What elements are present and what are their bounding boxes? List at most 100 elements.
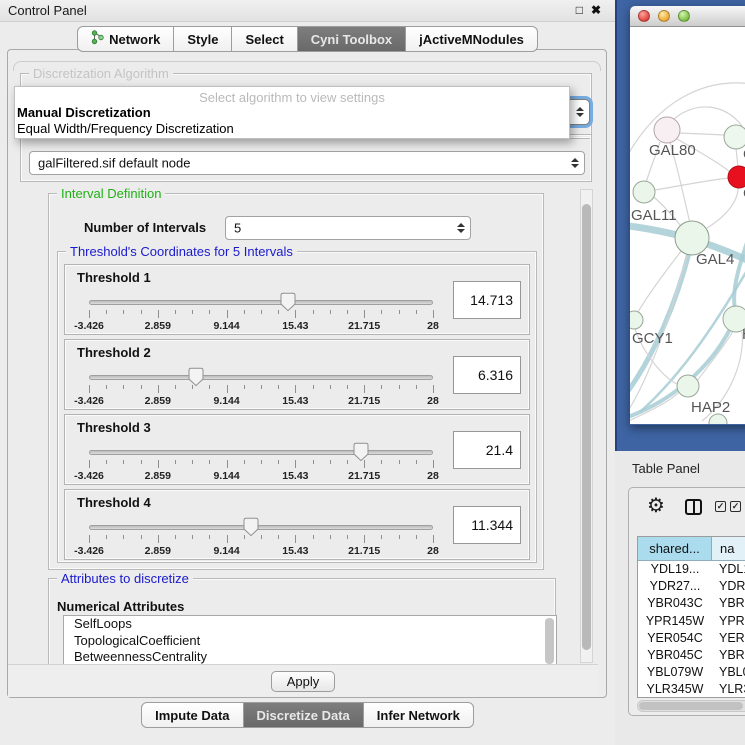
network-node[interactable]	[654, 117, 680, 143]
tick-mark	[330, 310, 331, 314]
list-scrollbar[interactable]	[545, 618, 554, 664]
numerical-attributes-label: Numerical Attributes	[57, 599, 184, 614]
table-cell-name[interactable]: YDR2	[712, 578, 745, 595]
network-node[interactable]	[677, 375, 699, 397]
table-cell-shared[interactable]: YLR345W	[638, 681, 712, 698]
popup-option-manual-discretization[interactable]: Manual Discretization	[15, 105, 569, 121]
table-cell-shared[interactable]: YBR045C	[638, 647, 712, 664]
tick-mark	[295, 535, 296, 543]
table-cell-shared[interactable]: YDR27...	[638, 578, 712, 595]
table-cell-name[interactable]: YLR3	[712, 681, 745, 698]
tab-select[interactable]: Select	[232, 26, 297, 52]
threshold-3-value[interactable]: 21.4	[453, 431, 521, 469]
table-hscrollbar[interactable]	[637, 700, 745, 712]
close-icon[interactable]: ✖	[591, 3, 601, 17]
numerical-attributes-list[interactable]: SelfLoopsTopologicalCoefficientBetweenne…	[63, 615, 557, 667]
threshold-2-slider[interactable]: -3.4262.8599.14415.4321.71528	[89, 366, 433, 410]
network-node[interactable]	[724, 125, 745, 149]
bottom-tab-impute-data[interactable]: Impute Data	[141, 702, 243, 728]
network-node[interactable]	[633, 181, 655, 203]
attributes-group-title: Attributes to discretize	[57, 571, 193, 586]
threshold-3-slider[interactable]: -3.4262.8599.14415.4321.71528	[89, 441, 433, 485]
network-node-label: GCY1	[632, 330, 673, 347]
slider-track[interactable]	[89, 450, 433, 455]
threshold-4-value[interactable]: 11.344	[453, 506, 521, 544]
table-panel-window: ⚙ ✓ ✓ shared... na YDL19...YDL1YDR27...Y…	[628, 487, 745, 716]
split-view-icon[interactable]	[685, 499, 702, 515]
tab-cyni-toolbox[interactable]: Cyni Toolbox	[298, 26, 406, 52]
table-cell-name[interactable]: YDL1	[712, 561, 745, 578]
combo-arrows-icon[interactable]	[573, 104, 586, 120]
table-cell-name[interactable]: YBL0	[712, 664, 745, 681]
table-cell-shared[interactable]: YER054C	[638, 630, 712, 647]
slider-track[interactable]	[89, 300, 433, 305]
network-node[interactable]	[630, 311, 643, 329]
tick-mark	[244, 310, 245, 314]
table-cell-shared[interactable]: YBR043C	[638, 595, 712, 612]
table-row[interactable]: YBR045CYBR0	[638, 647, 745, 664]
table-cell-name[interactable]: YBR0	[712, 595, 745, 612]
tab-network[interactable]: Network	[77, 26, 174, 52]
tick-label: 15.43	[282, 395, 308, 407]
slider-handle[interactable]	[243, 517, 259, 542]
threshold-1-value[interactable]: 14.713	[453, 281, 521, 319]
table-cell-name[interactable]: YBR0	[712, 647, 745, 664]
network-window-titlebar	[630, 6, 745, 27]
table-cell-name[interactable]: YPR1	[712, 613, 745, 630]
threshold-1-slider[interactable]: -3.4262.8599.14415.4321.71528	[89, 291, 433, 335]
slider-track[interactable]	[89, 525, 433, 530]
popup-option-equal-width-frequency[interactable]: Equal Width/Frequency Discretization	[15, 121, 569, 137]
threshold-2-value[interactable]: 6.316	[453, 356, 521, 394]
table-row[interactable]: YPR145WYPR1	[638, 613, 745, 630]
network-canvas[interactable]: GAL80GACGAL11GAL4GCY1HHAP2	[630, 27, 745, 424]
tick-mark	[313, 385, 314, 389]
network-node[interactable]	[675, 221, 709, 255]
table-data-combo[interactable]: galFiltered.sif default node	[29, 151, 585, 175]
scrollbar-thumb[interactable]	[582, 204, 591, 650]
attribute-list-item[interactable]: TopologicalCoefficient	[64, 633, 556, 650]
panel-scrollbar[interactable]	[580, 189, 593, 663]
mac-close-button[interactable]	[638, 10, 650, 22]
mac-zoom-button[interactable]	[678, 10, 690, 22]
table-row[interactable]: YDR27...YDR2	[638, 578, 745, 595]
slider-handle[interactable]	[188, 367, 204, 392]
table-row[interactable]: YDL19...YDL1	[638, 561, 745, 578]
apply-button[interactable]: Apply	[271, 671, 335, 692]
threshold-2-panel: Threshold 2 -3.4262.8599.14415.4321.7152…	[64, 339, 530, 410]
slider-handle[interactable]	[280, 292, 296, 317]
column-header-name[interactable]: na	[712, 537, 745, 560]
gear-icon[interactable]: ⚙	[647, 494, 665, 518]
checkbox-icon[interactable]: ✓	[730, 501, 741, 512]
bottom-tab-discretize-data[interactable]: Discretize Data	[244, 702, 364, 728]
tick-mark	[244, 385, 245, 389]
threshold-4-slider[interactable]: -3.4262.8599.14415.4321.71528	[89, 516, 433, 560]
slider-track[interactable]	[89, 375, 433, 380]
attribute-list-item[interactable]: SelfLoops	[64, 616, 556, 633]
tick-label: 9.144	[213, 395, 239, 407]
combo-arrows-icon[interactable]	[568, 155, 581, 171]
tab-label-select: Select	[245, 32, 283, 47]
tab-style[interactable]: Style	[174, 26, 232, 52]
table-cell-shared[interactable]: YPR145W	[638, 613, 712, 630]
combo-arrows-icon[interactable]	[454, 220, 467, 236]
number-of-intervals-combo[interactable]: 5	[225, 216, 471, 240]
table-cell-shared[interactable]: YBL079W	[638, 664, 712, 681]
bottom-tab-label-infer-network: Infer Network	[377, 708, 460, 723]
bottom-tab-infer-network[interactable]: Infer Network	[364, 702, 474, 728]
tick-mark	[347, 460, 348, 464]
slider-handle[interactable]	[353, 442, 369, 467]
scrollbar-thumb[interactable]	[639, 702, 743, 710]
tab-jactivemnodules[interactable]: jActiveMNodules	[406, 26, 538, 52]
table-row[interactable]: YBR043CYBR0	[638, 595, 745, 612]
float-icon[interactable]: □	[576, 3, 583, 17]
checkbox-icon[interactable]: ✓	[715, 501, 726, 512]
table-row[interactable]: YBL079WYBL0	[638, 664, 745, 681]
table-cell-name[interactable]: YER0	[712, 630, 745, 647]
table-row[interactable]: YLR345WYLR3	[638, 681, 745, 698]
table-row[interactable]: YER054CYER0	[638, 630, 745, 647]
node-attribute-table[interactable]: shared... na YDL19...YDL1YDR27...YDR2YBR…	[637, 536, 745, 698]
mac-minimize-button[interactable]	[658, 10, 670, 22]
table-cell-shared[interactable]: YDL19...	[638, 561, 712, 578]
tick-mark	[364, 310, 365, 318]
column-header-shared[interactable]: shared...	[638, 537, 712, 560]
